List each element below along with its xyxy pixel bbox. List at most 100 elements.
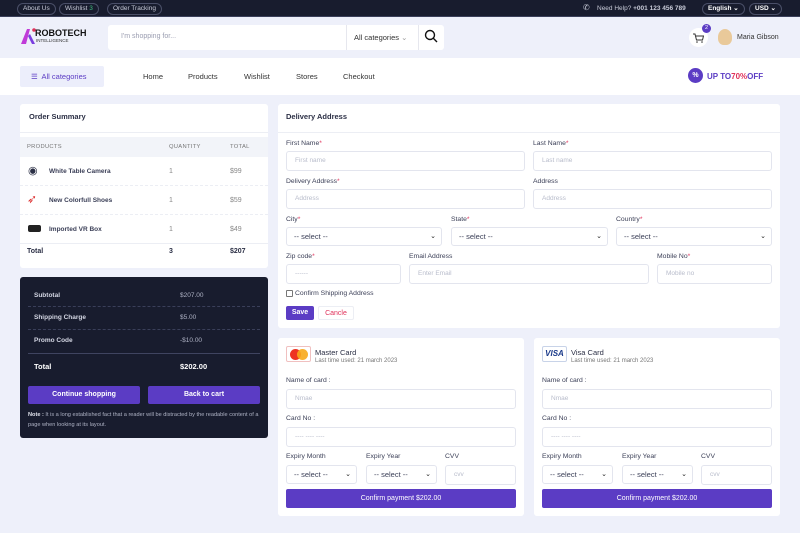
chevron-down-icon: ⌄ (430, 233, 436, 240)
about-us-link[interactable]: About Us (17, 3, 56, 15)
expiry-year-value: -- select -- (374, 470, 408, 479)
cvv-input[interactable]: cvv (701, 465, 772, 485)
country-select[interactable]: -- select -- ⌄ (616, 227, 772, 246)
expiry-month-select[interactable]: -- select -- ⌄ (542, 465, 613, 484)
logo[interactable]: ROBOTECH INTELLIGENCE (20, 27, 87, 47)
logo-text: ROBOTECH (35, 28, 87, 38)
product-qty: 1 (169, 168, 173, 175)
delivery-address-card: Delivery Address First Name* First name … (278, 104, 780, 328)
confirm-payment-button[interactable]: Confirm payment $202.00 (542, 489, 772, 508)
product-name[interactable]: New Colorfull Shoes (49, 197, 112, 204)
search-button[interactable] (424, 29, 438, 45)
back-to-cart-button[interactable]: Back to cart (148, 386, 260, 404)
note-label: Note : (28, 412, 44, 418)
avatar[interactable] (718, 29, 732, 45)
camera-image: ◉ (28, 165, 38, 177)
language-select[interactable]: English ⌄ (702, 3, 745, 15)
address-input[interactable]: Address (533, 189, 772, 209)
wishlist-link[interactable]: Wishlist 3 (59, 3, 99, 15)
table-row: ➶ New Colorfull Shoes 1 $59 (20, 186, 268, 215)
search-input[interactable]: I'm shopping for... (121, 33, 176, 40)
expiry-month-label: Expiry Month (542, 453, 582, 460)
country-value: -- select -- (624, 232, 658, 241)
expiry-month-value: -- select -- (550, 470, 584, 479)
nav-products[interactable]: Products (188, 72, 218, 81)
expiry-month-select[interactable]: -- select -- ⌄ (286, 465, 357, 484)
promo-percent: 70% (731, 72, 748, 81)
card-number-input[interactable]: ---- ---- ---- (286, 427, 516, 447)
expiry-month-label: Expiry Month (286, 453, 326, 460)
delivery-address-label: Delivery Address* (286, 178, 340, 185)
nav-home[interactable]: Home (143, 72, 163, 81)
grand-total-value: $202.00 (180, 362, 208, 371)
name-on-card-input[interactable]: Nmae (286, 389, 516, 409)
cart-button[interactable]: 2 (689, 24, 711, 47)
mobile-input[interactable]: Mobile no (657, 264, 772, 284)
column-header: TOTAL (230, 144, 250, 150)
promo-value: -$10.00 (180, 337, 203, 344)
search-icon (424, 29, 438, 43)
first-name-label: First Name* (286, 140, 322, 147)
last-name-input[interactable]: Last name (533, 151, 772, 171)
city-label: City* (286, 216, 301, 223)
product-total: $59 (230, 197, 242, 204)
nav-checkout[interactable]: Checkout (343, 72, 375, 81)
language-value: English (708, 5, 732, 12)
table-row: Imported VR Box 1 $49 (20, 215, 268, 244)
expiry-year-label: Expiry Year (366, 453, 401, 460)
continue-shopping-button[interactable]: Continue shopping (28, 386, 140, 404)
subtotal-value: $207.00 (180, 292, 204, 299)
nav-wishlist[interactable]: Wishlist (244, 72, 270, 81)
order-summary-card: Order Summary PRODUCTS QUANTITY TOTAL ◉ … (20, 104, 268, 268)
shoe-image: ➶ (27, 192, 38, 206)
menu-icon: ☰ (31, 72, 38, 81)
product-total: $99 (230, 168, 242, 175)
note-text: Note : It is a long established fact tha… (28, 411, 260, 430)
product-qty: 1 (169, 226, 173, 233)
currency-select[interactable]: USD ⌄ (749, 3, 782, 15)
expiry-year-select[interactable]: -- select -- ⌄ (622, 465, 693, 484)
total-qty: 3 (169, 248, 173, 255)
confirm-payment-button[interactable]: Confirm payment $202.00 (286, 489, 516, 508)
card-number-input[interactable]: ---- ---- ---- (542, 427, 772, 447)
confirm-shipping-checkbox[interactable] (286, 290, 293, 297)
product-name[interactable]: White Table Camera (49, 168, 111, 175)
cart-totals-card: Subtotal $207.00 Shipping Charge $5.00 P… (20, 277, 268, 438)
confirm-shipping-label[interactable]: Confirm Shipping Address (295, 290, 374, 297)
name-on-card-label: Name of card : (286, 377, 331, 384)
expiry-year-label: Expiry Year (622, 453, 657, 460)
delivery-address-input[interactable]: Address (286, 189, 525, 209)
cvv-input[interactable]: cvv (445, 465, 516, 485)
mastercard-payment-card: Master Card Last time used: 21 march 202… (278, 338, 524, 516)
product-qty: 1 (169, 197, 173, 204)
expiry-year-select[interactable]: -- select -- ⌄ (366, 465, 437, 484)
promo-suffix: OFF (747, 72, 764, 81)
city-select[interactable]: -- select -- ⌄ (286, 227, 442, 246)
delivery-address-label-text: Delivery Address (286, 178, 337, 185)
save-button[interactable]: Save (286, 306, 314, 320)
chevron-down-icon: ⌄ (601, 471, 607, 478)
help-text: Need Help? +001 123 456 789 (597, 5, 686, 12)
all-categories-button[interactable]: ☰ All categories (20, 66, 104, 87)
product-total: $49 (230, 226, 242, 233)
card-last-used: Last time used: 21 march 2023 (315, 358, 398, 364)
zip-label-text: Zip code (286, 253, 313, 260)
zip-input[interactable]: ------ (286, 264, 401, 284)
user-name[interactable]: Maria Gibson (737, 34, 779, 41)
chevron-down-icon: ⌄ (770, 5, 776, 12)
state-select[interactable]: -- select -- ⌄ (451, 227, 608, 246)
first-name-input[interactable]: First name (286, 151, 525, 171)
product-name[interactable]: Imported VR Box (49, 226, 102, 233)
first-name-label-text: First Name (286, 140, 320, 147)
all-categories-label: All categories (41, 72, 87, 81)
mastercard-logo (286, 346, 311, 362)
order-tracking-link[interactable]: Order Tracking (107, 3, 162, 15)
cancel-button[interactable]: Cancle (318, 306, 354, 320)
delivery-title: Delivery Address (286, 112, 348, 121)
name-on-card-input[interactable]: Nmae (542, 389, 772, 409)
email-input[interactable]: Enter Email (409, 264, 649, 284)
nav-stores[interactable]: Stores (296, 72, 318, 81)
category-select[interactable]: All categories ⌄ (354, 33, 407, 42)
logo-subtext: INTELLIGENCE (36, 38, 69, 43)
card-number-label: Card No : (286, 415, 316, 422)
